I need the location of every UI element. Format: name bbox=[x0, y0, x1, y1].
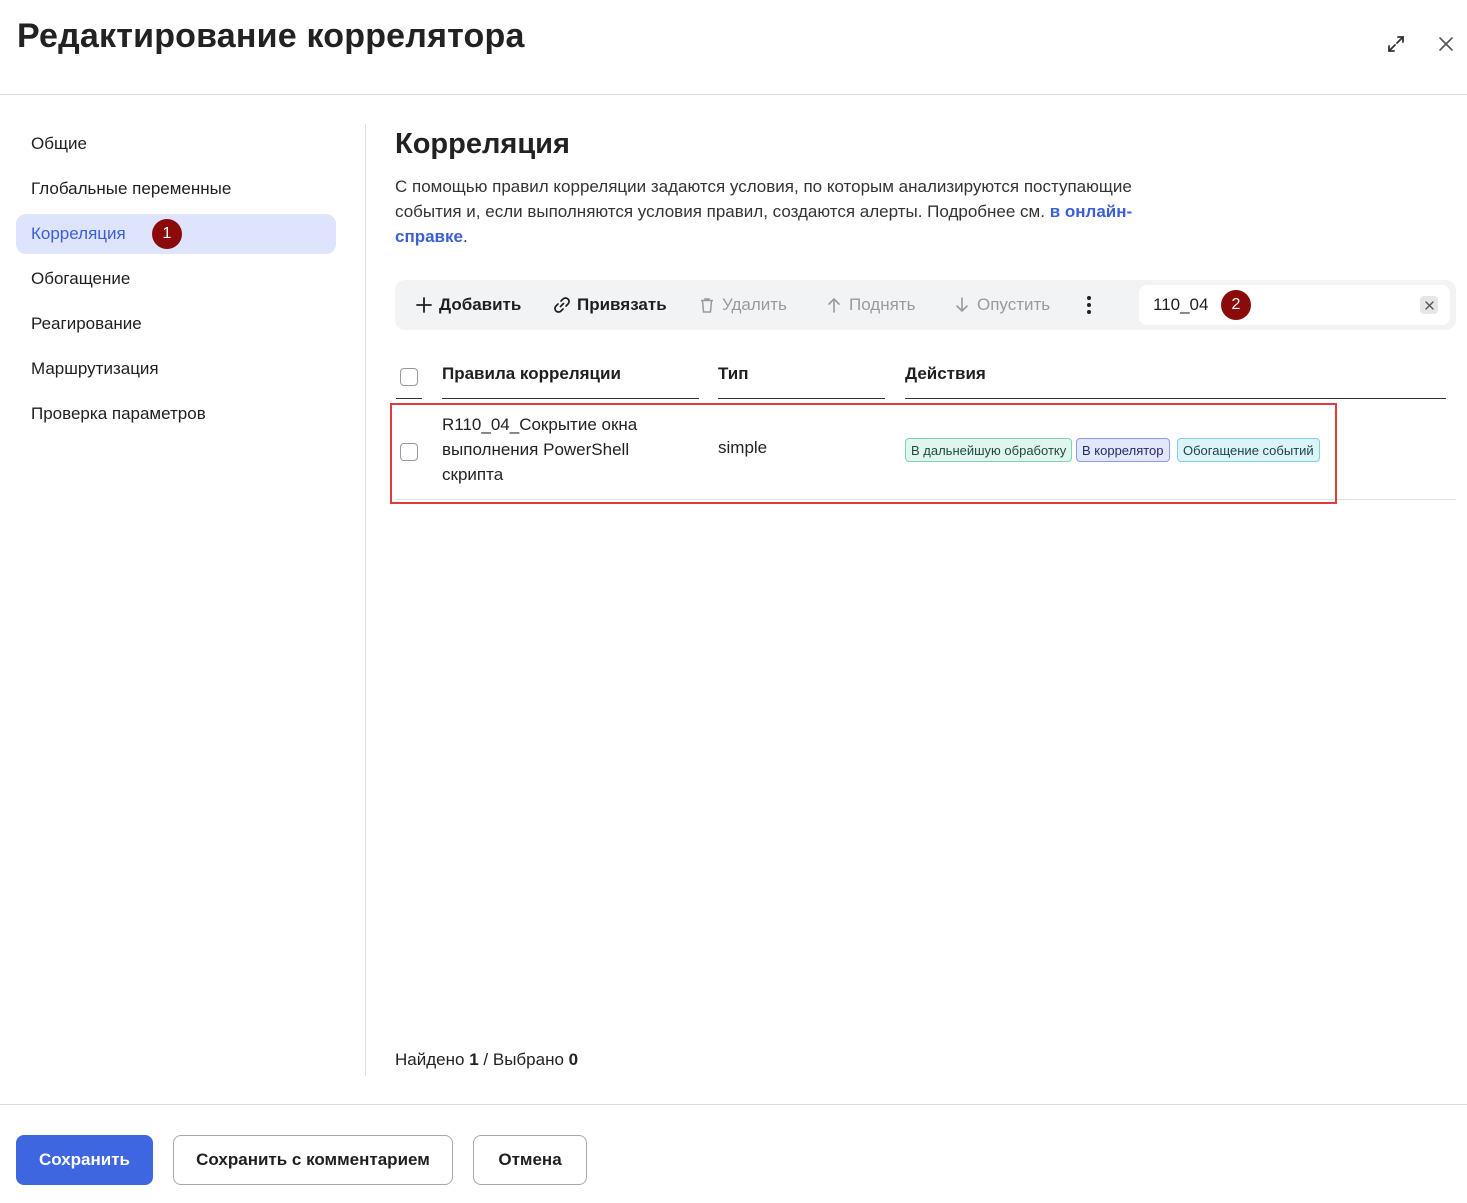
more-menu-button[interactable] bbox=[1085, 280, 1099, 330]
link-button-label: Привязать bbox=[577, 295, 667, 314]
column-divider bbox=[442, 398, 699, 399]
column-divider bbox=[718, 398, 885, 399]
section-description: С помощью правил корреляции задаются усл… bbox=[395, 174, 1155, 249]
found-count: 1 bbox=[469, 1050, 479, 1069]
sidebar-item-label: Маршрутизация bbox=[31, 359, 159, 378]
sidebar-item-label: Глобальные переменные bbox=[31, 179, 232, 198]
more-vertical-icon bbox=[1087, 296, 1091, 314]
result-counter: Найдено 1 / Выбрано 0 bbox=[395, 1050, 578, 1070]
clear-search-button[interactable] bbox=[1420, 296, 1438, 314]
count-separator: / bbox=[483, 1050, 489, 1069]
move-up-button-label: Поднять bbox=[849, 295, 916, 314]
move-down-button[interactable]: Опустить bbox=[953, 280, 1050, 330]
expand-icon[interactable] bbox=[1382, 30, 1410, 58]
sidebar-item-general[interactable]: Общие bbox=[16, 124, 336, 164]
close-icon bbox=[1424, 300, 1434, 310]
column-header-type[interactable]: Тип bbox=[718, 364, 748, 384]
sidebar-item-label: Обогащение bbox=[31, 269, 131, 288]
column-divider bbox=[905, 398, 1446, 399]
delete-button-label: Удалить bbox=[722, 295, 787, 314]
sidebar-item-enrichment[interactable]: Обогащение bbox=[16, 259, 336, 299]
link-button[interactable]: Привязать bbox=[553, 280, 667, 330]
step-badge: 2 bbox=[1221, 290, 1251, 320]
link-icon bbox=[554, 297, 570, 313]
sidebar-item-routing[interactable]: Маршрутизация bbox=[16, 349, 336, 389]
select-all-checkbox[interactable] bbox=[400, 368, 418, 386]
toolbar: Добавить Привязать Удалить Поднять Опуст… bbox=[395, 280, 1456, 330]
delete-button[interactable]: Удалить bbox=[698, 280, 787, 330]
sidebar-item-global-variables[interactable]: Глобальные переменные bbox=[16, 169, 336, 209]
move-up-button[interactable]: Поднять bbox=[825, 280, 915, 330]
close-icon[interactable] bbox=[1432, 30, 1460, 58]
cancel-button[interactable]: Отмена bbox=[473, 1135, 587, 1185]
add-button-label: Добавить bbox=[439, 295, 522, 314]
arrow-up-icon bbox=[828, 297, 840, 313]
description-text: С помощью правил корреляции задаются усл… bbox=[395, 177, 1132, 221]
sidebar-item-correlation[interactable]: Корреляция 1 bbox=[16, 214, 336, 254]
step-badge: 1 bbox=[152, 219, 182, 249]
move-down-button-label: Опустить bbox=[977, 295, 1051, 314]
sidebar-item-label: Реагирование bbox=[31, 314, 142, 333]
trash-icon bbox=[701, 298, 713, 313]
main-content: Корреляция С помощью правил корреляции з… bbox=[395, 124, 1457, 249]
sidebar-nav: Общие Глобальные переменные Корреляция 1… bbox=[16, 124, 336, 439]
description-end: . bbox=[462, 227, 468, 246]
plus-icon bbox=[416, 297, 432, 313]
vertical-divider bbox=[365, 124, 366, 1076]
sidebar-item-response[interactable]: Реагирование bbox=[16, 304, 336, 344]
dialog-header: Редактирование коррелятора bbox=[0, 0, 1467, 95]
column-header-rules[interactable]: Правила корреляции bbox=[442, 364, 621, 384]
row-highlight-frame bbox=[390, 403, 1337, 504]
column-header-actions[interactable]: Действия bbox=[905, 364, 986, 384]
save-with-comment-button[interactable]: Сохранить с комментарием bbox=[173, 1135, 453, 1185]
sidebar-item-label: Корреляция bbox=[31, 224, 126, 243]
save-button[interactable]: Сохранить bbox=[16, 1135, 153, 1185]
selected-count: 0 bbox=[568, 1050, 579, 1069]
dialog-footer: Сохранить Сохранить с комментарием Отмен… bbox=[0, 1104, 1467, 1203]
section-title: Корреляция bbox=[395, 128, 570, 160]
search-field[interactable]: 2 bbox=[1139, 285, 1450, 325]
dialog-title: Редактирование коррелятора bbox=[17, 17, 525, 55]
found-label: Найдено bbox=[395, 1050, 465, 1069]
add-button[interactable]: Добавить bbox=[415, 280, 521, 330]
selected-label: Выбрано bbox=[492, 1050, 564, 1069]
sidebar-item-label: Общие bbox=[31, 134, 87, 153]
sidebar-item-label: Проверка параметров bbox=[31, 404, 206, 423]
sidebar-item-parameter-check[interactable]: Проверка параметров bbox=[16, 394, 336, 434]
column-divider bbox=[396, 398, 422, 399]
arrow-down-icon bbox=[956, 297, 968, 313]
